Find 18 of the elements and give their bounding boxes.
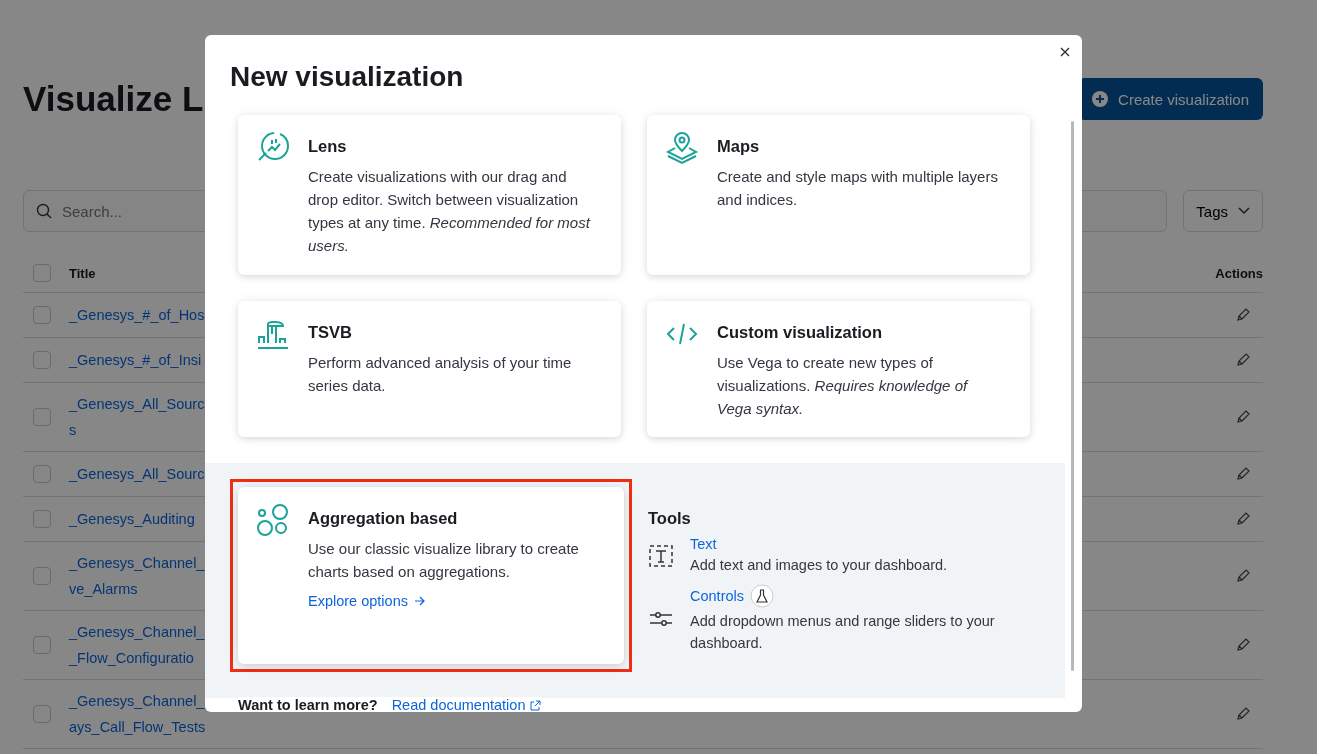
column-header: Actions — [1215, 265, 1263, 281]
card-title: Lens — [308, 137, 348, 156]
card-description: Create visualizations with our drag and drop editor. Switch between visualization types at any time. Recommended for most users. — [308, 167, 592, 256]
page-title: Visualize L — [23, 79, 204, 119]
card-title: Custom visualization — [717, 323, 884, 342]
tool-description: Add dropdown menus and range sliders to your dashboard. — [690, 612, 996, 653]
column-header: Title — [69, 265, 96, 281]
modal-title: New visualization — [229, 60, 464, 93]
card-description: Use Vega to create new types of visualizations. Requires knowledge of Vega syntax. — [717, 353, 970, 419]
card-title: Aggregation based — [308, 509, 459, 528]
card-title: Maps — [717, 137, 761, 156]
learn-more-label: Want to learn more? — [238, 697, 378, 712]
card-description: Use our classic visualize library to create charts based on aggregations. — [308, 539, 580, 582]
card-description: Create and style maps with multiple layers and indices. — [717, 167, 999, 210]
card-description: Perform advanced analysis of your time series data. — [308, 353, 573, 396]
tool-description: Add text and images to your dashboard. — [690, 556, 948, 575]
card-title: TSVB — [308, 323, 353, 342]
tools-heading: Tools — [648, 509, 692, 528]
